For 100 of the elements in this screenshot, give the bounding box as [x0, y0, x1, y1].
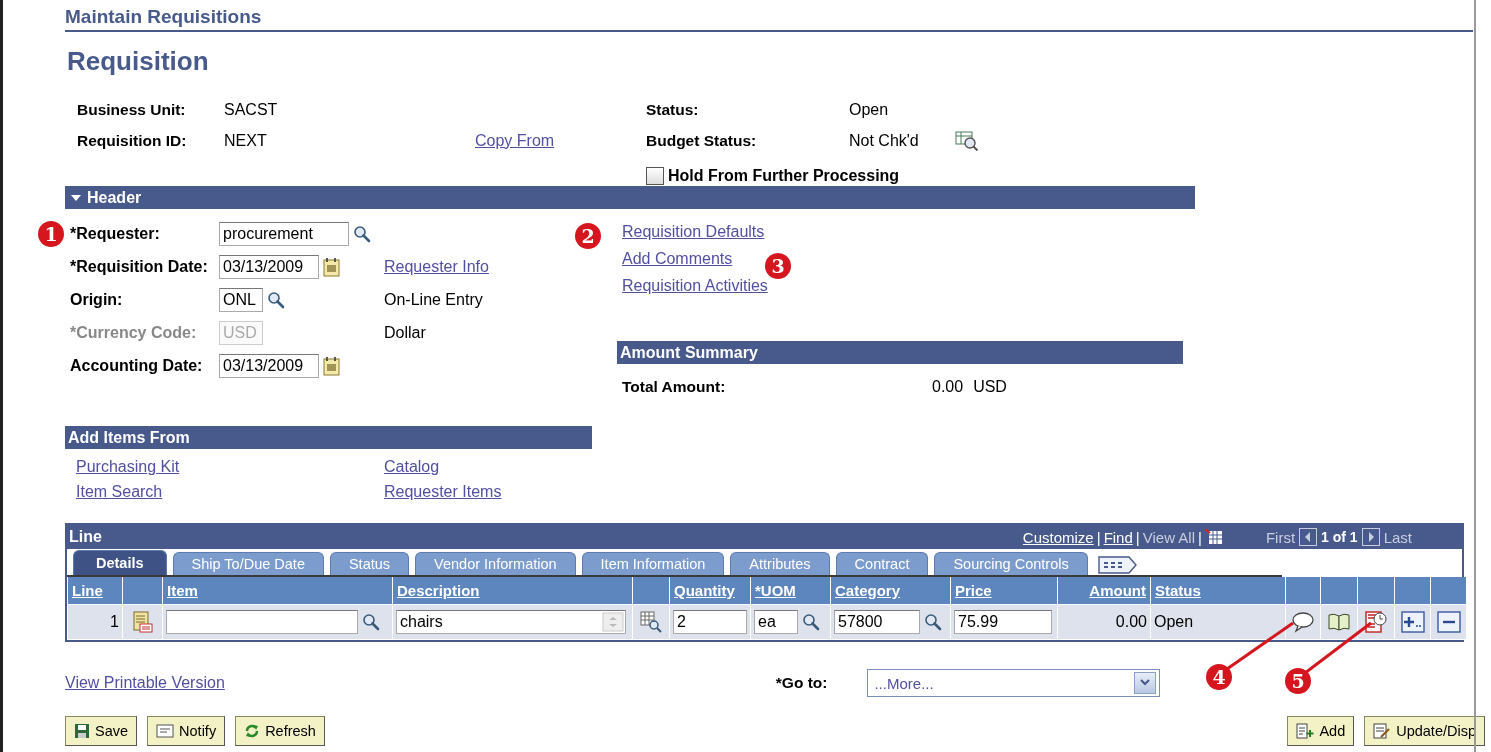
- field-label: *Requester:: [70, 225, 161, 243]
- delete-row-icon[interactable]: [1436, 611, 1461, 633]
- field-label: Budget Status:: [646, 132, 758, 150]
- line-number: 1: [110, 613, 119, 630]
- field-value: NEXT: [224, 132, 268, 150]
- grid-download-icon[interactable]: [1204, 529, 1223, 545]
- section-title: Header: [87, 188, 142, 207]
- header-link[interactable]: Requisition Defaults: [622, 223, 765, 241]
- last-label: Last: [1383, 528, 1412, 546]
- leader-line: [1304, 621, 1372, 675]
- price-field[interactable]: 75.99: [954, 610, 1052, 634]
- next-icon[interactable]: [1361, 528, 1380, 546]
- amount-value: 0.00: [1115, 613, 1147, 630]
- column-header[interactable]: Item: [167, 582, 198, 599]
- leader-line: [1226, 621, 1294, 671]
- field-label: Total Amount:: [622, 378, 727, 396]
- toolbar-button[interactable]: Save: [65, 716, 138, 746]
- page-title: Maintain Requisitions: [65, 6, 1473, 32]
- callout-number: 3: [765, 253, 791, 279]
- toolbar-button[interactable]: Refresh: [235, 716, 325, 746]
- toolbar-button[interactable]: Update/Disp: [1364, 716, 1485, 746]
- tab[interactable]: Details: [73, 550, 167, 575]
- copy-from-link[interactable]: Copy From: [475, 132, 646, 150]
- table-search-icon[interactable]: [640, 611, 662, 633]
- section-title: Add Items From: [68, 428, 190, 447]
- description-field[interactable]: chairs: [396, 610, 626, 634]
- checkbox-label: Hold From Further Processing: [668, 167, 900, 185]
- date-field[interactable]: 03/13/2009: [219, 255, 319, 279]
- section-title: Amount Summary: [620, 343, 758, 362]
- edit-page-icon: [1373, 723, 1392, 739]
- search-icon[interactable]: [362, 613, 380, 631]
- field-label: *Currency Code:: [70, 324, 198, 342]
- field-description: Dollar: [384, 324, 426, 341]
- page-heading: Requisition: [67, 46, 210, 77]
- header-link[interactable]: Add Comments: [622, 250, 733, 268]
- field-label: *Go to:: [775, 674, 828, 692]
- search-icon[interactable]: [267, 291, 285, 309]
- separator: |: [1135, 528, 1140, 546]
- callout-number: 2: [575, 223, 601, 249]
- search-icon[interactable]: [802, 613, 820, 631]
- field-label: *Requisition Date:: [70, 258, 209, 276]
- calendar-icon[interactable]: [323, 257, 341, 277]
- add-items-link[interactable]: Purchasing Kit: [76, 458, 384, 476]
- add-items-link[interactable]: Requester Items: [384, 483, 1475, 501]
- refresh-icon: [244, 723, 261, 739]
- add-items-link[interactable]: Catalog: [384, 458, 1475, 476]
- show-all-columns-icon[interactable]: [1097, 555, 1138, 575]
- callout-number: 1: [38, 221, 64, 247]
- grid-link[interactable]: Find: [1103, 528, 1133, 546]
- toolbar-button[interactable]: Add: [1287, 716, 1355, 746]
- field-label: Origin:: [70, 291, 124, 309]
- field-value: SACST: [224, 101, 279, 119]
- note-icon: [156, 723, 175, 739]
- field-value: Open: [849, 101, 890, 119]
- amount-value: 0.00: [932, 378, 964, 396]
- separator: |: [1096, 528, 1101, 546]
- view-all-link[interactable]: View All: [1142, 528, 1195, 546]
- currency-value: USD: [973, 378, 1007, 396]
- grid-link[interactable]: Customize: [1022, 528, 1094, 546]
- search-icon[interactable]: [924, 613, 942, 631]
- printable-version-link[interactable]: View Printable Version: [65, 674, 225, 692]
- add-items-link[interactable]: Item Search: [76, 483, 384, 501]
- expand-icon[interactable]: [71, 194, 81, 201]
- book-icon[interactable]: [1327, 612, 1351, 632]
- requester-info-link[interactable]: Requester Info: [384, 258, 489, 275]
- calendar-icon[interactable]: [323, 356, 341, 376]
- speech-bubble-icon[interactable]: [1291, 611, 1315, 633]
- document-icon[interactable]: [131, 610, 154, 634]
- callout-number: 4: [1206, 664, 1232, 690]
- date-field[interactable]: 03/13/2009: [219, 354, 319, 378]
- field-label: Accounting Date:: [70, 357, 204, 375]
- field-description: On-Line Entry: [384, 291, 483, 308]
- first-label: First: [1265, 528, 1296, 546]
- header-link[interactable]: Requisition Activities: [622, 277, 768, 295]
- toolbar-button[interactable]: Notify: [147, 716, 226, 746]
- uom-field[interactable]: ea: [754, 610, 798, 634]
- quantity-field[interactable]: 2: [673, 610, 747, 634]
- input-field[interactable]: ONL: [219, 288, 263, 312]
- field-label: Requisition ID:: [77, 132, 188, 150]
- item-field[interactable]: [166, 610, 358, 634]
- field-label: Business Unit:: [77, 101, 187, 119]
- callout-number: 5: [1285, 668, 1311, 694]
- budget-check-icon[interactable]: [955, 131, 979, 151]
- section-header-bar[interactable]: Header: [65, 186, 1195, 209]
- add-row-icon[interactable]: [1400, 611, 1425, 633]
- category-field[interactable]: 57800: [834, 610, 920, 634]
- checkbox[interactable]: [646, 167, 664, 185]
- page-count: 1 of 1: [1321, 529, 1358, 545]
- goto-dropdown[interactable]: ...More...: [867, 669, 1161, 697]
- status-value: Open: [1154, 613, 1194, 630]
- chevron-down-icon: [1140, 679, 1151, 687]
- search-icon[interactable]: [353, 225, 371, 243]
- document-clock-icon[interactable]: [1364, 610, 1388, 634]
- grid-title: Line: [69, 528, 102, 546]
- field-value: Not Chk'd: [849, 132, 920, 150]
- previous-icon[interactable]: [1299, 528, 1318, 546]
- add-page-icon: [1296, 723, 1315, 739]
- separator: |: [1198, 528, 1202, 546]
- input-field[interactable]: procurement: [219, 222, 349, 246]
- field-label: Status:: [646, 101, 700, 119]
